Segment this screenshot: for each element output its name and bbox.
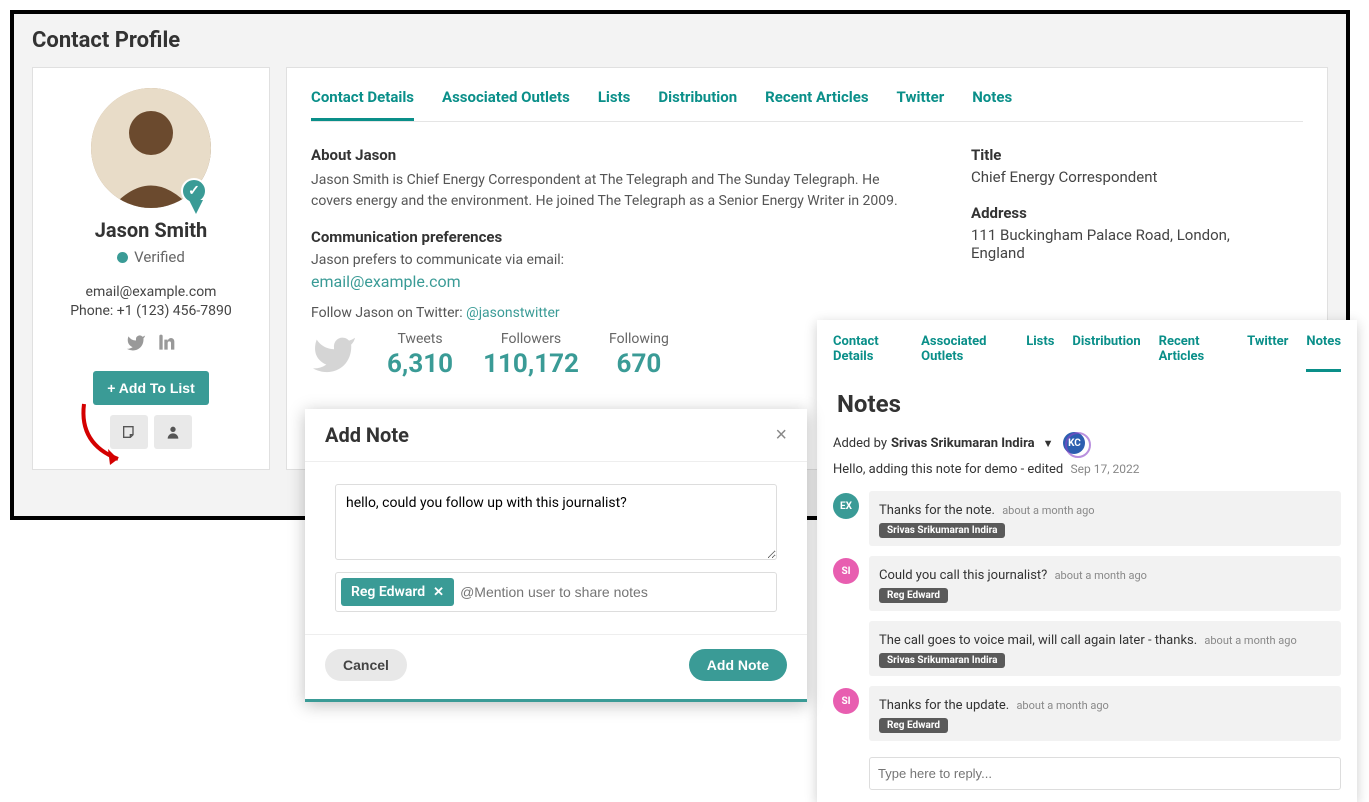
twitter-handle-link[interactable]: @jasonstwitter [466,305,560,321]
twitter-bird-icon [311,332,357,378]
comment-avatar-icon: EX [833,493,859,519]
tab-contact-details[interactable]: Contact Details [311,88,414,121]
mention-row: Reg Edward ✕ [335,572,777,612]
tab-distribution[interactable]: Distribution [658,88,737,121]
note-textarea[interactable] [335,484,777,560]
add-note-modal: Add Note × Reg Edward ✕ Cancel Add Note [305,409,807,702]
comm-text: Jason prefers to communicate via email: [311,252,911,268]
comment-author-chip: Srivas Srikumaran Indira [879,523,1005,538]
modal-title: Add Note [325,423,409,447]
following-label: Following [609,331,669,347]
comment-body: Could you call this journalist? about a … [869,556,1341,611]
address-value: 111 Buckingham Palace Road, London, Engl… [971,226,1271,262]
verified-label: Verified [47,248,255,266]
note-summary: Hello, adding this note for demo - edite… [833,462,1341,477]
notes-tab-associated-outlets[interactable]: Associated Outlets [921,334,1008,372]
comment-author-chip: Srivas Srikumaran Indira [879,653,1005,668]
following-value: 670 [609,349,669,379]
notes-tab-lists[interactable]: Lists [1026,334,1054,372]
tab-associated-outlets[interactable]: Associated Outlets [442,88,570,121]
contact-phone-text: Phone: +1 (123) 456-7890 [47,303,255,319]
notes-tab-row: Contact Details Associated Outlets Lists Di… [833,320,1341,372]
mention-chip[interactable]: Reg Edward ✕ [341,578,454,606]
notes-tab-recent-articles[interactable]: Recent Articles [1159,334,1229,372]
comment-row: EX Thanks for the note. about a month ago… [833,491,1341,546]
comment-avatar-icon: SI [833,688,859,714]
comment-row: SI Could you call this journalist? about … [833,556,1341,611]
about-body: Jason Smith is Chief Energy Corresponden… [311,170,911,212]
linkedin-icon[interactable] [156,333,176,353]
close-icon[interactable]: × [775,424,787,447]
add-to-list-button[interactable]: + Add To List [93,371,209,405]
notes-tab-distribution[interactable]: Distribution [1072,334,1140,372]
followers-label: Followers [483,331,579,347]
comment-row: The call goes to voice mail, will call a… [833,621,1341,676]
reply-input[interactable] [869,757,1341,790]
comment-body: The call goes to voice mail, will call a… [869,621,1341,676]
comment-body: Thanks for the note. about a month agoSr… [869,491,1341,546]
notes-panel: Contact Details Associated Outlets Lists Di… [817,320,1357,802]
contact-sidebar: Jason Smith Verified email@example.com P… [32,67,270,470]
comment-author-chip: Reg Edward [879,718,948,733]
address-label: Address [971,204,1271,222]
mention-input[interactable] [460,584,771,600]
comment-body: Thanks for the update. about a month ago… [869,686,1341,741]
remove-chip-icon[interactable]: ✕ [433,585,444,600]
tab-recent-articles[interactable]: Recent Articles [765,88,868,121]
person-button[interactable] [154,415,192,449]
contact-name: Jason Smith [47,218,255,242]
about-heading: About Jason [311,146,911,164]
chevron-down-icon[interactable]: ▼ [1043,437,1054,450]
note-button[interactable] [110,415,148,449]
comment-row: SI Thanks for the update. about a month a… [833,686,1341,741]
twitter-line: Follow Jason on Twitter: @jasonstwitter [311,305,911,321]
notes-tab-notes[interactable]: Notes [1306,334,1341,372]
avatar [91,88,211,208]
contact-email-text: email@example.com [47,284,255,300]
comm-email-link[interactable]: email@example.com [311,272,911,291]
title-value: Chief Energy Correspondent [971,168,1271,186]
tab-row: Contact Details Associated Outlets Lists Di… [311,68,1303,122]
notes-title: Notes [837,390,1341,418]
title-label: Title [971,146,1271,164]
add-note-button[interactable]: Add Note [689,649,787,681]
cancel-button[interactable]: Cancel [325,649,407,681]
notes-tab-contact-details[interactable]: Contact Details [833,334,903,372]
tweets-label: Tweets [387,331,453,347]
followers-value: 110,172 [483,349,579,379]
tab-lists[interactable]: Lists [598,88,631,121]
twitter-icon[interactable] [126,333,146,353]
page-title: Contact Profile [32,28,1328,53]
comm-heading: Communication preferences [311,228,911,246]
added-by-row: Added by Srivas Srikumaran Indira ▼ KC [833,432,1341,454]
tab-notes[interactable]: Notes [972,88,1012,121]
tweets-value: 6,310 [387,349,453,379]
comment-author-chip: Reg Edward [879,588,948,603]
user-badge-icon: KC [1063,432,1085,454]
verified-dot-icon [117,252,128,263]
tab-twitter[interactable]: Twitter [897,88,945,121]
comment-avatar-icon: SI [833,558,859,584]
notes-tab-twitter[interactable]: Twitter [1247,334,1288,372]
